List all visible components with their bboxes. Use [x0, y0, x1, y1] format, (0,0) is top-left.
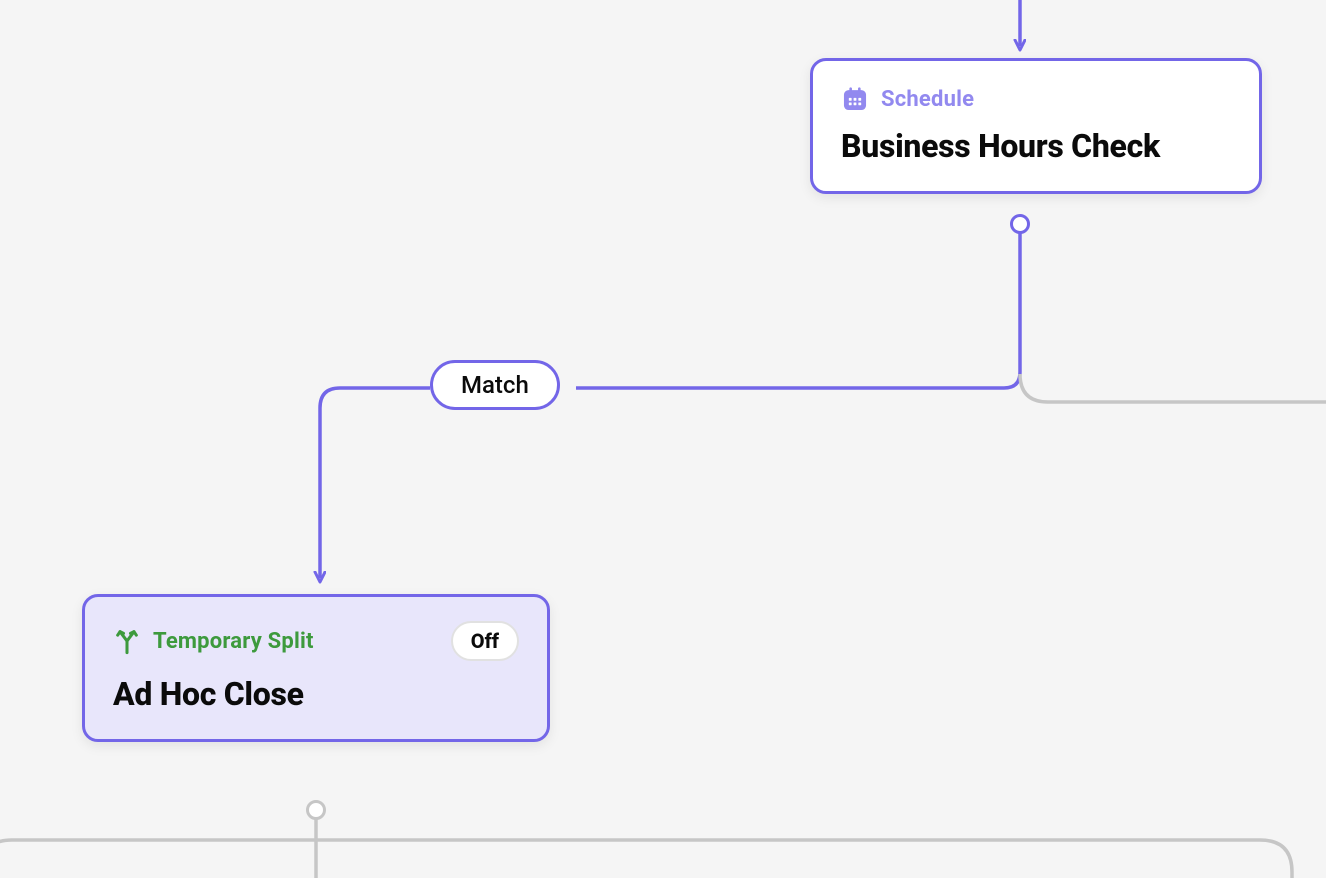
node-title: Business Hours Check [841, 127, 1231, 165]
edge-label-text: Match [461, 371, 529, 399]
node-port-out-ad-hoc-close[interactable] [306, 800, 326, 820]
edge-label-match[interactable]: Match [430, 360, 560, 410]
calendar-icon [841, 85, 869, 113]
flow-canvas[interactable]: Schedule Business Hours Check Match Temp… [0, 0, 1326, 878]
edge-bottom-gray-frame [0, 840, 1292, 878]
node-ad-hoc-close[interactable]: Temporary Split Off Ad Hoc Close [82, 594, 550, 742]
node-port-out-business-hours[interactable] [1010, 214, 1030, 234]
status-badge[interactable]: Off [451, 621, 519, 661]
node-type-label: Schedule [881, 87, 974, 112]
node-business-hours-check[interactable]: Schedule Business Hours Check [810, 58, 1262, 194]
node-header: Temporary Split Off [113, 621, 519, 661]
node-header: Schedule [841, 85, 1231, 113]
edge-business-right-gray [1020, 374, 1326, 402]
node-type-label: Temporary Split [153, 629, 314, 654]
edge-business-to-match-right [576, 230, 1020, 388]
edge-match-to-adhoc [320, 388, 430, 578]
split-icon [113, 627, 141, 655]
node-title: Ad Hoc Close [113, 675, 519, 713]
